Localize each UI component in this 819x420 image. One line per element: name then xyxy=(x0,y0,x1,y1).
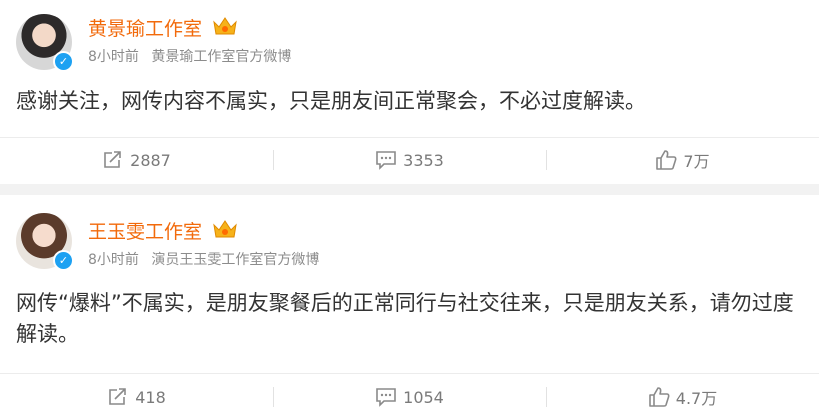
divider xyxy=(0,373,819,374)
like-button[interactable]: 7万 xyxy=(546,138,819,182)
repost-button[interactable]: 2887 xyxy=(0,138,273,182)
comment-icon xyxy=(376,151,396,170)
post-time[interactable]: 8小时前 xyxy=(88,49,139,65)
author-name[interactable]: 王玉雯工作室 xyxy=(88,221,202,243)
repost-count: 418 xyxy=(135,387,166,407)
author-name-row: 王玉雯工作室 xyxy=(88,217,238,245)
post-meta: 8小时前 演员王玉雯工作室官方微博 xyxy=(88,249,319,269)
like-icon xyxy=(648,387,670,407)
weibo-post-card: ✓ 黄景瑜工作室 8小时前 黄景瑜工作室官方微博 感谢关注，网传内容不属实，只是… xyxy=(0,0,819,184)
repost-icon xyxy=(109,388,127,405)
comment-count: 3353 xyxy=(403,150,444,170)
author-name-row: 黄景瑜工作室 xyxy=(88,14,238,42)
repost-button[interactable]: 418 xyxy=(0,375,273,419)
post-text: 感谢关注，网传内容不属实，只是朋友间正常聚会，不必过度解读。 xyxy=(16,89,646,113)
post-source[interactable]: 演员王玉雯工作室官方微博 xyxy=(151,252,319,268)
crown-icon xyxy=(212,15,238,42)
post-time[interactable]: 8小时前 xyxy=(88,252,139,268)
crown-icon xyxy=(212,218,238,245)
post-meta: 8小时前 黄景瑜工作室官方微博 xyxy=(88,46,291,66)
like-icon xyxy=(656,150,677,170)
like-button[interactable]: 4.7万 xyxy=(546,375,819,419)
like-count: 7万 xyxy=(683,152,710,171)
avatar[interactable]: ✓ xyxy=(16,14,74,72)
repost-count: 2887 xyxy=(130,150,171,170)
verified-badge-icon: ✓ xyxy=(53,51,74,72)
post-source[interactable]: 黄景瑜工作室官方微博 xyxy=(151,49,291,65)
action-bar: 418 1054 4.7万 xyxy=(0,375,819,419)
action-bar: 2887 3353 7万 xyxy=(0,138,819,182)
like-count: 4.7万 xyxy=(675,389,718,408)
avatar[interactable]: ✓ xyxy=(16,213,74,271)
comment-icon xyxy=(376,388,396,407)
comment-count: 1054 xyxy=(403,387,444,407)
weibo-post-card: ✓ 王玉雯工作室 8小时前 演员王玉雯工作室官方微博 网传“爆料”不属实，是朋友… xyxy=(0,195,819,420)
verified-badge-icon: ✓ xyxy=(53,250,74,271)
post-text: 网传“爆料”不属实，是朋友聚餐后的正常同行与社交往来，只是朋友关系，请勿过度解读… xyxy=(16,291,794,346)
author-name[interactable]: 黄景瑜工作室 xyxy=(88,18,202,40)
comment-button[interactable]: 3353 xyxy=(273,138,546,182)
repost-icon xyxy=(104,151,121,168)
comment-button[interactable]: 1054 xyxy=(273,375,546,419)
